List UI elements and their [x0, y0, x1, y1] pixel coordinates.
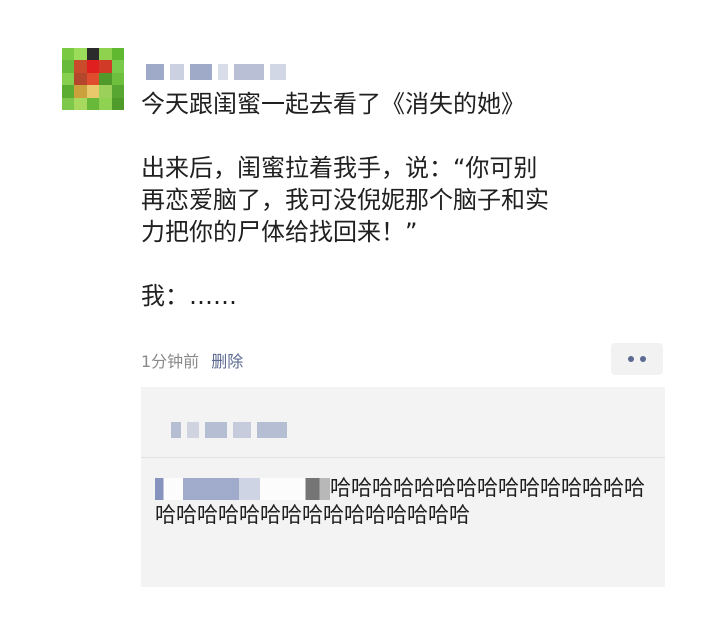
username-blurred[interactable]	[146, 62, 296, 82]
comment-divider	[141, 457, 665, 458]
avatar[interactable]	[62, 48, 124, 110]
dot-icon	[628, 356, 634, 362]
post-time: 1分钟前	[141, 352, 200, 371]
comment[interactable]: 哈哈哈哈哈哈哈哈哈哈哈哈哈哈哈哈哈哈哈哈哈哈哈哈哈哈哈哈哈哈	[155, 475, 655, 529]
comment-box: 哈哈哈哈哈哈哈哈哈哈哈哈哈哈哈哈哈哈哈哈哈哈哈哈哈哈哈哈哈哈	[141, 387, 665, 587]
post-text: 今天跟闺蜜一起去看了《消失的她》 出来后，闺蜜拉着我手，说：“你可别 再恋爱脑了…	[141, 90, 549, 310]
more-actions-button[interactable]	[611, 343, 663, 375]
commenter-name-blurred[interactable]	[155, 478, 330, 500]
likes-blurred[interactable]	[171, 419, 311, 441]
dot-icon	[640, 356, 646, 362]
delete-link[interactable]: 删除	[211, 348, 243, 372]
post-meta: 1分钟前 删除	[141, 348, 243, 372]
